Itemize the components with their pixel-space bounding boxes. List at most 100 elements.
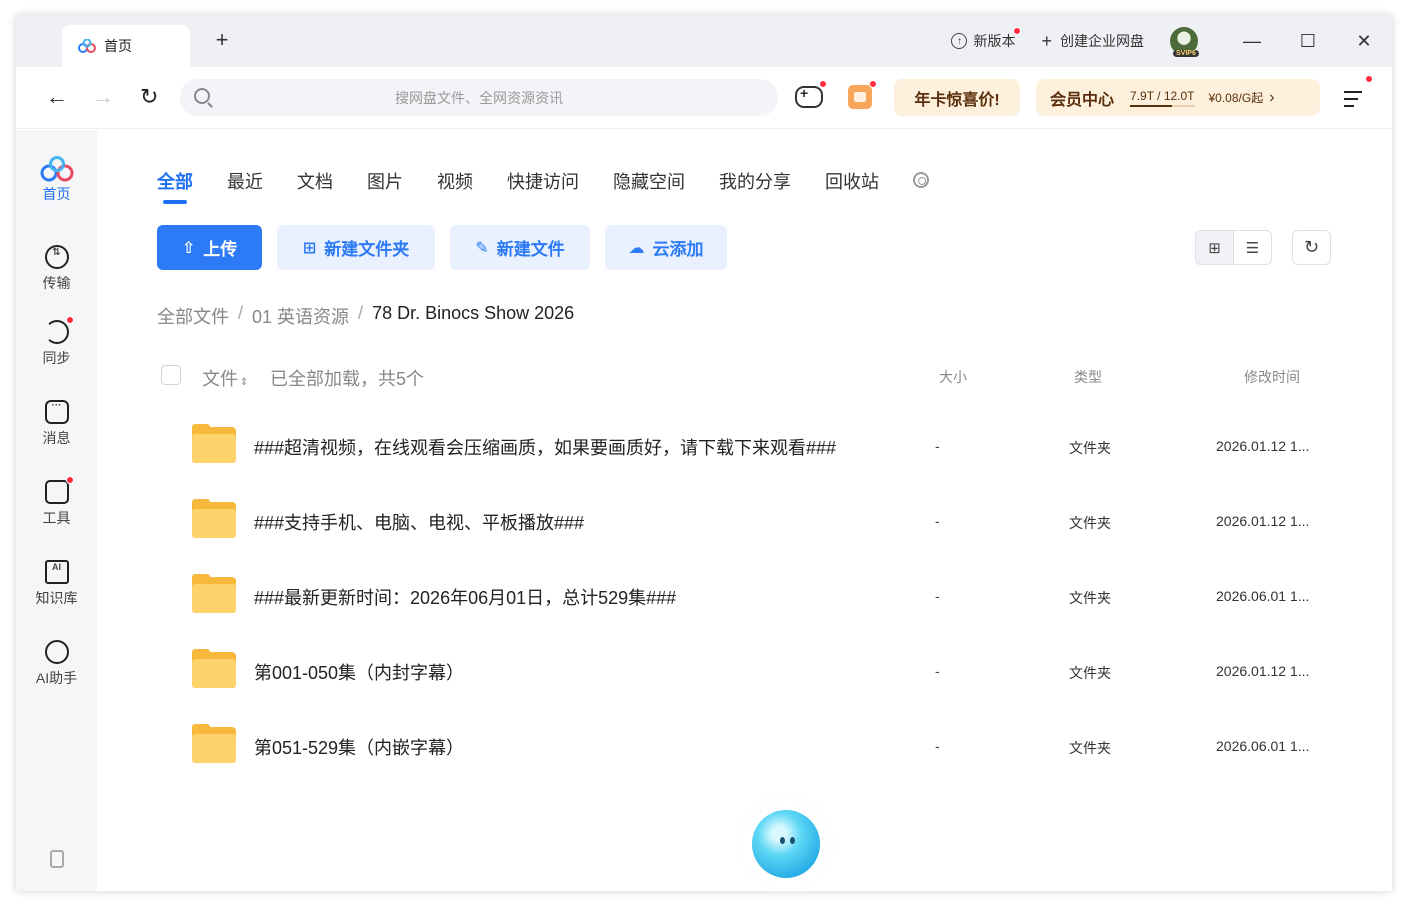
tab-videos[interactable]: 视频: [437, 168, 473, 204]
assistant-eye: [790, 837, 795, 844]
table-row[interactable]: 第051-529集（内嵌字幕） - 文件夹 2026.06.01 1...: [157, 708, 1337, 783]
storage-bar-fill: [1130, 104, 1173, 107]
header-type[interactable]: 类型: [1074, 367, 1102, 387]
tab-documents[interactable]: 文档: [297, 168, 333, 204]
tab-recent[interactable]: 最近: [227, 168, 263, 204]
file-size: -: [935, 513, 940, 529]
file-name[interactable]: 第051-529集（内嵌字幕）: [254, 734, 464, 760]
sidebar-item-tools[interactable]: 工具: [16, 476, 97, 528]
main-menu-icon[interactable]: [1344, 91, 1362, 112]
file-type: 文件夹: [1069, 740, 1111, 756]
sidebar-item-messages[interactable]: ··· 消息: [16, 400, 97, 448]
file-modified: 2026.06.01 1...: [1216, 588, 1310, 604]
tab-settings-icon[interactable]: [913, 172, 929, 188]
new-file-button[interactable]: ✎ 新建文件: [450, 225, 590, 270]
new-tab-button[interactable]: +: [212, 29, 232, 51]
sidebar-item-knowledge[interactable]: AI 知识库: [16, 560, 97, 608]
gift-icon[interactable]: [848, 85, 872, 109]
file-name[interactable]: ###最新更新时间：2026年06月01日，总计529集###: [254, 584, 676, 610]
sidebar-item-transfer[interactable]: ⇅ 传输: [16, 245, 97, 293]
folder-icon: [192, 424, 236, 463]
new-version-dot: [1013, 27, 1022, 35]
create-enterprise-button[interactable]: + 创建企业网盘: [1041, 31, 1144, 52]
title-bar: 首页 + ↑ 新版本 + 创建企业网盘 SVIP6 — ☐ ✕: [16, 15, 1392, 67]
forward-button[interactable]: →: [92, 86, 114, 108]
view-toggle: ⊞ ☰: [1195, 230, 1272, 265]
floating-assistant-button[interactable]: [752, 810, 820, 878]
search-input[interactable]: [180, 89, 778, 106]
tab-home[interactable]: 首页: [62, 25, 190, 67]
gift-notification-dot: [869, 80, 877, 88]
sidebar-item-home[interactable]: 首页: [16, 156, 97, 204]
file-count: 已全部加载，共5个: [270, 369, 425, 389]
sidebar-item-label: 首页: [42, 186, 71, 202]
storage-bar: [1130, 104, 1195, 107]
tab-all[interactable]: 全部: [157, 168, 193, 204]
search-icon: [194, 88, 210, 104]
tab-images[interactable]: 图片: [367, 168, 403, 204]
vip-center-button[interactable]: 会员中心 7.9T / 12.0T ¥0.08/G起 ›: [1036, 79, 1320, 116]
sidebar-item-label: 传输: [42, 275, 71, 291]
transfer-icon: ⇅: [44, 245, 69, 269]
list-view-icon[interactable]: ☰: [1234, 231, 1271, 264]
refresh-icon[interactable]: ↻: [140, 86, 158, 108]
sync-notification-dot: [66, 316, 74, 324]
sidebar: 首页 ⇅ 传输 同步 ··· 消息 工具 AI 知识库 AI助手: [16, 130, 97, 891]
tab-recycle-bin[interactable]: 回收站: [825, 168, 879, 204]
file-modified: 2026.01.12 1...: [1216, 513, 1310, 529]
sidebar-item-label: 消息: [42, 430, 71, 446]
search-bar[interactable]: [180, 79, 778, 116]
back-button[interactable]: ←: [46, 86, 68, 108]
knowledge-icon: AI: [44, 560, 69, 584]
header-file[interactable]: 文件 ⇕: [202, 365, 248, 391]
new-folder-label: 新建文件夹: [324, 240, 410, 259]
sidebar-item-ai-assistant[interactable]: AI助手: [16, 640, 97, 688]
grid-view-icon[interactable]: ⊞: [1196, 231, 1234, 264]
refresh-list-button[interactable]: ↻: [1292, 230, 1331, 265]
table-row[interactable]: 第001-050集（内封字幕） - 文件夹 2026.01.12 1...: [157, 633, 1337, 708]
cloud-add-button[interactable]: ☁ 云添加: [605, 225, 727, 270]
breadcrumb-level1[interactable]: 01 英语资源: [252, 303, 349, 329]
minimize-button[interactable]: —: [1224, 31, 1280, 52]
annual-promo-button[interactable]: 年卡惊喜价!: [894, 79, 1020, 116]
upload-icon: ⇧: [181, 239, 196, 257]
table-row[interactable]: ###超清视频，在线观看会压缩画质，如果要画质好，请下载下来观看### - 文件…: [157, 408, 1337, 483]
create-enterprise-label: 创建企业网盘: [1060, 33, 1144, 49]
maximize-button[interactable]: ☐: [1280, 31, 1336, 52]
header-file-label: 文件: [202, 369, 238, 389]
avatar[interactable]: SVIP6: [1170, 27, 1199, 57]
new-version-button[interactable]: ↑ 新版本: [951, 27, 1022, 51]
tab-my-shares[interactable]: 我的分享: [719, 168, 791, 204]
tab-hidden-space[interactable]: 隐藏空间: [613, 168, 685, 204]
header-modified[interactable]: 修改时间: [1244, 367, 1300, 387]
file-name[interactable]: 第001-050集（内封字幕）: [254, 659, 464, 685]
header-size[interactable]: 大小: [939, 367, 967, 387]
chevron-right-icon: ›: [1269, 88, 1275, 106]
ai-assistant-icon: [44, 640, 69, 664]
tab-quick-access[interactable]: 快捷访问: [507, 168, 579, 204]
sidebar-item-sync[interactable]: 同步: [16, 316, 97, 368]
select-all-checkbox[interactable]: [161, 365, 181, 385]
upload-button[interactable]: ⇧ 上传: [157, 225, 262, 270]
sidebar-item-label: AI助手: [35, 670, 78, 686]
refresh-icon: ↻: [1303, 237, 1320, 257]
home-logo-icon: [40, 156, 73, 182]
add-folder-icon: ⊞: [302, 239, 317, 257]
sort-icon: ⇕: [240, 377, 249, 388]
upgrade-icon: ↑: [951, 33, 968, 49]
file-name[interactable]: ###超清视频，在线观看会压缩画质，如果要画质好，请下载下来观看###: [254, 434, 836, 460]
storage-text: 7.9T / 12.0T: [1130, 88, 1195, 103]
game-controller-icon[interactable]: [795, 85, 823, 108]
toolbar: ← → ↻ 年卡惊喜价! 会员中心 7.9T / 12.0T ¥0.08/G起 …: [16, 67, 1392, 129]
sidebar-item-mobile[interactable]: [16, 850, 97, 872]
upload-label: 上传: [203, 240, 238, 259]
breadcrumb-separator: /: [358, 303, 364, 323]
breadcrumb-root[interactable]: 全部文件: [157, 303, 229, 329]
toolbox-icon: [44, 480, 69, 504]
file-name[interactable]: ###支持手机、电脑、电视、平板播放###: [254, 509, 584, 535]
file-modified: 2026.01.12 1...: [1216, 663, 1310, 679]
close-button[interactable]: ✕: [1336, 31, 1392, 52]
table-row[interactable]: ###最新更新时间：2026年06月01日，总计529集### - 文件夹 20…: [157, 558, 1337, 633]
table-row[interactable]: ###支持手机、电脑、电视、平板播放### - 文件夹 2026.01.12 1…: [157, 483, 1337, 558]
new-folder-button[interactable]: ⊞ 新建文件夹: [277, 225, 435, 270]
